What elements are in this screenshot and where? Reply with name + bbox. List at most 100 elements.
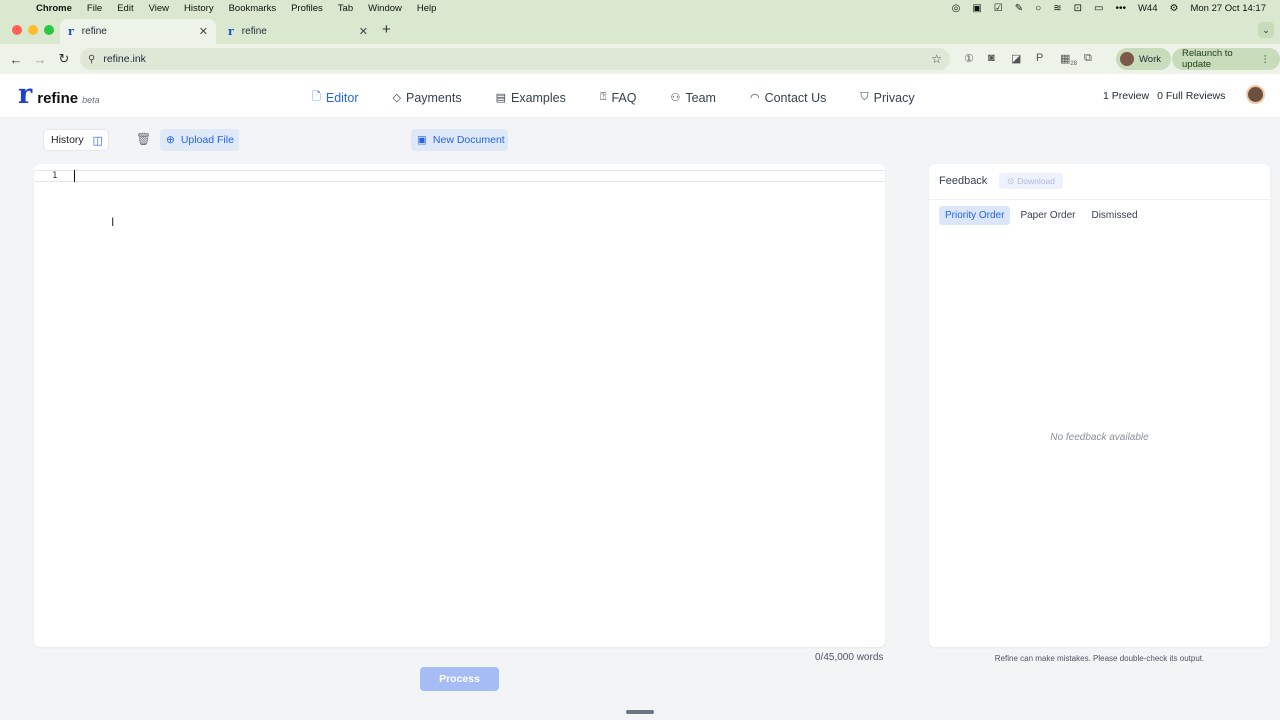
nav-payments[interactable]: ◇ Payments [393,88,462,107]
tab-strip: r refine ✕ r refine ✕ + ⌄ [0,16,1280,44]
forward-icon[interactable]: → [28,52,52,67]
refine-favicon-icon: r [68,25,74,38]
site-header: r refine beta 🗋 Editor ◇ Payments ▤ Exam… [0,74,1280,118]
address-bar[interactable]: ⚲ refine.ink ☆ [80,48,950,70]
download-button[interactable]: ⊙ Download [999,173,1063,189]
menu-edit[interactable]: Edit [117,3,133,14]
minimize-window-button[interactable] [28,25,38,35]
upload-file-button[interactable]: ⊕ Upload File [160,129,239,151]
site-info-icon[interactable]: ⚲ [88,54,95,65]
zoom-window-button[interactable] [44,25,54,35]
extension-icon[interactable]: ◪ [1011,52,1021,65]
nav-label: Payments [405,90,462,105]
word-count: 0/45,000 words [815,652,884,663]
menu-history[interactable]: History [184,3,214,14]
profile-avatar [1120,52,1134,66]
tab-search-icon[interactable]: ⌄ [1258,22,1274,38]
camera-extension-icon[interactable]: ◙ [988,52,995,64]
calendar-extension-icon[interactable]: ▦28 [1060,52,1077,67]
profile-button[interactable]: Work [1116,48,1171,70]
refine-favicon-icon: r [228,25,234,38]
control-center-icon[interactable]: ⚙ [1170,3,1179,14]
nav-label: Examples [510,90,566,105]
relaunch-button[interactable]: Relaunch to update ⋮ [1172,48,1280,70]
close-window-button[interactable] [12,25,22,35]
close-tab-icon[interactable]: ✕ [199,25,208,38]
review-credits: 1 Preview 0 Full Reviews [1103,90,1225,102]
menu-file[interactable]: File [87,3,102,14]
preview-count: 1 Preview [1103,90,1150,102]
nav-contact-us[interactable]: ◠ Contact Us [750,88,826,107]
user-avatar[interactable] [1246,85,1265,104]
menu-window[interactable]: Window [368,3,402,14]
browser-tab-active[interactable]: r refine ✕ [60,19,216,44]
wifi-icon[interactable]: ≋ [1053,3,1061,14]
nav-team[interactable]: ⚇ Team [671,88,716,107]
menu-tab[interactable]: Tab [338,3,353,14]
full-review-count: 0 Full Reviews [1157,90,1226,102]
kebab-menu-icon: ⋮ [1260,53,1271,65]
editor-active-line[interactable] [34,170,885,182]
browser-toolbar: ← → ↻ ⚲ refine.ink ☆ ① ◙ ◪ P ▦28 ⧉ Work … [0,44,1280,74]
download-label: Download [1017,176,1055,186]
feedback-panel: Feedback ⊙ Download Priority Order Paper… [929,164,1270,647]
circle-icon[interactable]: ○ [1035,3,1041,14]
more-icon[interactable]: ••• [1115,3,1126,14]
download-icon: ⊙ [1007,175,1015,186]
process-button[interactable]: Process [420,667,499,691]
menu-view[interactable]: View [149,3,169,14]
menu-app-name[interactable]: Chrome [36,3,72,14]
tab-paper-order[interactable]: Paper Order [1014,206,1081,225]
new-document-label: New Document [432,134,505,146]
relaunch-label: Relaunch to update [1182,48,1233,70]
battery-icon[interactable]: ▭ [1094,3,1103,14]
lock-icon[interactable]: ⊡ [1074,3,1082,14]
logo[interactable]: r refine beta [18,81,100,108]
focus-icon[interactable]: ◎ [952,3,961,14]
nav-faq[interactable]: ⍰ FAQ [600,88,637,107]
nav-label: Team [685,90,716,105]
nav-editor[interactable]: 🗋 Editor [312,88,359,107]
menu-help[interactable]: Help [417,3,437,14]
tab-dismissed[interactable]: Dismissed [1085,206,1143,225]
nav-label: Contact Us [764,90,827,105]
tab-title: refine [241,26,267,37]
resize-handle[interactable] [626,710,654,714]
puzzle-icon[interactable]: ⧉ [1084,52,1092,65]
nav-label: Privacy [873,90,915,105]
upload-icon: ⊕ [166,134,175,146]
tool-icon[interactable]: ✎ [1015,3,1023,14]
nav-examples[interactable]: ▤ Examples [496,88,566,107]
calendar-check-icon[interactable]: ☑ [994,3,1003,14]
week-number: W44 [1137,2,1158,14]
nav-label: FAQ [611,90,637,105]
back-icon[interactable]: ← [4,52,28,67]
password-extension-icon[interactable]: ① [964,52,974,65]
menu-profiles[interactable]: Profiles [291,3,323,14]
new-tab-icon[interactable]: + [382,21,391,38]
text-cursor-icon: I [111,215,115,229]
feedback-header: Feedback ⊙ Download [929,164,1270,200]
profile-label: Work [1139,53,1161,65]
text-editor[interactable]: 1 [34,164,885,647]
history-button[interactable]: History ◫ [44,130,108,150]
line-number: 1 [52,171,58,181]
screen-share-icon[interactable]: ▣ [972,3,981,14]
browser-tab[interactable]: r refine ✕ [220,19,376,44]
clock[interactable]: Mon 27 Oct 14:17 [1190,3,1266,14]
close-tab-icon[interactable]: ✕ [359,25,368,38]
menu-bookmarks[interactable]: Bookmarks [229,3,277,14]
feedback-title: Feedback [939,175,988,187]
url-text[interactable]: refine.ink [103,53,146,65]
tab-priority-order[interactable]: Priority Order [939,206,1011,225]
bookmark-star-icon[interactable]: ☆ [931,52,942,66]
p-extension-icon[interactable]: P [1036,52,1043,64]
new-document-icon: ▣ [417,134,427,146]
macos-menu-bar: Chrome File Edit View History Bookmarks … [0,0,1280,16]
trash-icon[interactable]: 🗑 [136,132,151,146]
window-controls [12,25,54,35]
nav-privacy[interactable]: ⛉ Privacy [860,88,914,107]
new-document-button[interactable]: ▣ New Document [411,129,508,151]
reload-icon[interactable]: ↻ [52,51,76,67]
question-icon: ⍰ [599,91,607,103]
